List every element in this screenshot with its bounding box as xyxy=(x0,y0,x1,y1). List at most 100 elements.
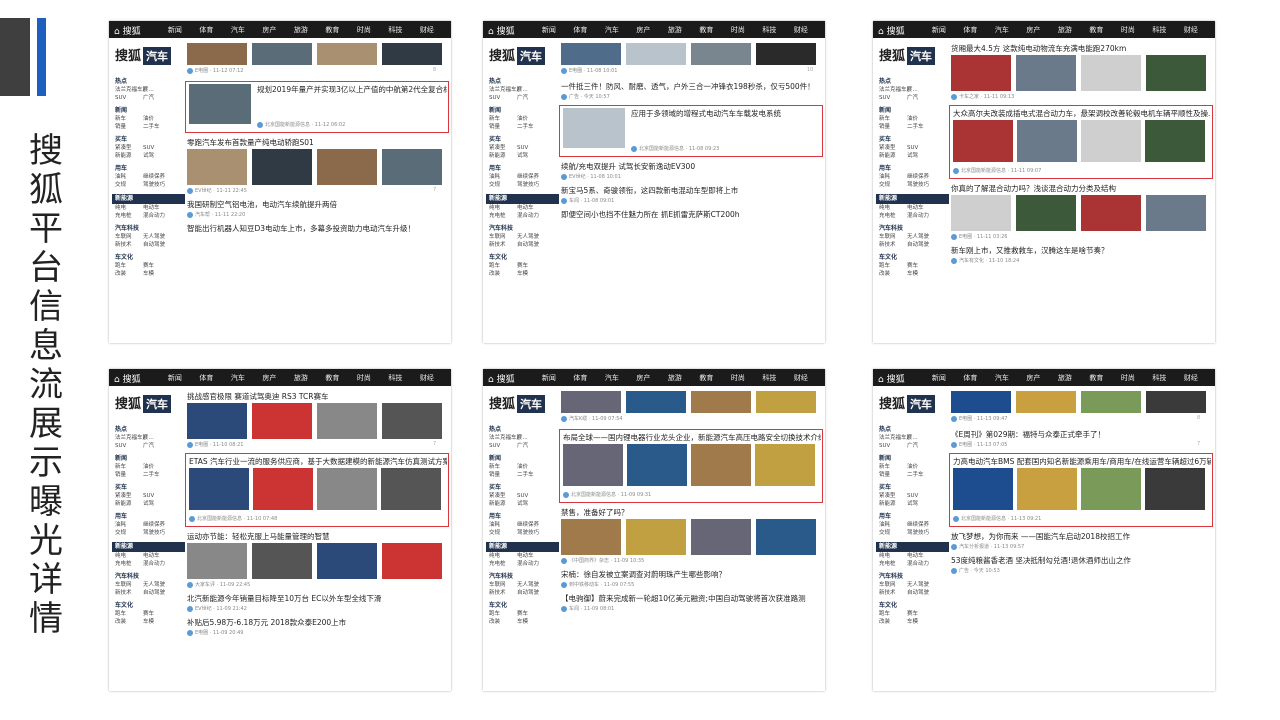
nav-item[interactable]: 新闻 xyxy=(542,373,556,383)
sidebar-link[interactable]: 赛车 xyxy=(907,610,935,618)
sidebar-section-title[interactable]: 新能源 xyxy=(876,542,949,552)
sidebar-link[interactable]: 纯电 xyxy=(879,552,907,560)
sidebar-link[interactable]: 无人驾驶 xyxy=(517,233,545,241)
sidebar-link[interactable]: SUV xyxy=(879,442,907,450)
feed-thumbnail[interactable] xyxy=(187,149,247,185)
sidebar-link[interactable]: 紧凑型 xyxy=(115,492,143,500)
sidebar-section-title[interactable]: 新闻 xyxy=(115,107,185,115)
nav-item[interactable]: 旅游 xyxy=(1058,25,1072,35)
sidebar-link[interactable]: 无人驾驶 xyxy=(143,233,171,241)
feed-item-title[interactable]: 续航/充电双提升 试驾长安新逸动EV300 xyxy=(561,161,821,172)
nav-item[interactable]: 体育 xyxy=(199,25,213,35)
feed-thumbnail[interactable] xyxy=(187,403,247,439)
feed-item-title[interactable]: 宋楠：徐自发被立案调查对蔚明珠产生哪些影响？ xyxy=(561,569,821,580)
nav-item[interactable]: 房产 xyxy=(262,373,276,383)
sidebar-link[interactable]: 跑车 xyxy=(489,610,517,618)
sidebar-link[interactable]: 改装 xyxy=(489,618,517,626)
sidebar-link[interactable]: 混合动力 xyxy=(143,212,171,220)
sidebar-link[interactable]: 赛车 xyxy=(517,262,545,270)
sidebar-link[interactable]: 法兰克福车展 xyxy=(489,434,522,442)
feed-thumbnail[interactable] xyxy=(691,519,751,555)
sidebar-section-title[interactable]: 热点 xyxy=(489,78,559,86)
feed-thumbnail[interactable] xyxy=(1081,391,1141,413)
feed-thumbnail[interactable] xyxy=(951,195,1011,231)
sidebar-link[interactable]: 无人驾驶 xyxy=(517,581,545,589)
sidebar-link[interactable]: 电动车 xyxy=(517,552,545,560)
nav-item[interactable]: 体育 xyxy=(963,25,977,35)
sidebar-link[interactable]: 紧凑型 xyxy=(115,144,143,152)
sidebar-link[interactable]: 车联网 xyxy=(489,581,517,589)
sidebar-link[interactable]: 新车 xyxy=(879,115,907,123)
sidebar-link[interactable]: SUV xyxy=(115,94,143,102)
sidebar-link[interactable]: 赛车 xyxy=(143,262,171,270)
nav-item[interactable]: 旅游 xyxy=(1058,373,1072,383)
sidebar-link[interactable]: 充电桩 xyxy=(879,212,907,220)
sidebar-link[interactable]: 交规 xyxy=(879,181,907,189)
feed-thumbnail[interactable] xyxy=(626,391,686,413)
feed-item-title[interactable]: 禁售，准备好了吗？ xyxy=(561,507,821,518)
sidebar-link[interactable]: 紧凑型 xyxy=(489,144,517,152)
feed-thumbnail[interactable] xyxy=(252,403,312,439)
sidebar-link[interactable]: 跑车 xyxy=(115,610,143,618)
feed-thumbnail[interactable] xyxy=(756,43,816,65)
feed-thumbnail[interactable] xyxy=(1081,195,1141,231)
feed-thumbnail[interactable] xyxy=(187,543,247,579)
sidebar-link[interactable]: 销量 xyxy=(115,123,143,131)
sidebar-link[interactable]: 交规 xyxy=(489,529,517,537)
sidebar-link[interactable]: 驾驶技巧 xyxy=(517,529,545,537)
feed-thumbnail[interactable] xyxy=(252,543,312,579)
nav-item[interactable]: 教育 xyxy=(699,25,713,35)
sidebar-link[interactable]: 继续保养 xyxy=(143,173,171,181)
feed-item-title[interactable]: 挑战感官极限 赛道试驾奥迪 RS3 TCR赛车 xyxy=(187,391,447,402)
sidebar-link[interactable]: 车联网 xyxy=(879,233,907,241)
feed-thumbnail[interactable] xyxy=(1146,55,1206,91)
comment-count[interactable]: 7 xyxy=(433,441,436,447)
sidebar-section-title[interactable]: 买车 xyxy=(489,136,559,144)
sidebar-link[interactable]: 广... xyxy=(907,434,935,442)
sidebar-link[interactable]: 充电桩 xyxy=(489,560,517,568)
sohu-home-link[interactable]: ⌂ 搜狐 xyxy=(488,24,515,37)
feed-item-title[interactable]: 货厢最大4.5方 这款纯电动物流车充满电能跑270km xyxy=(951,43,1211,54)
nav-item[interactable]: 时尚 xyxy=(357,373,371,383)
feed-thumbnail[interactable] xyxy=(626,519,686,555)
nav-item[interactable]: 时尚 xyxy=(357,25,371,35)
sidebar-link[interactable]: 销量 xyxy=(879,123,907,131)
feed-thumbnail[interactable] xyxy=(382,543,442,579)
sidebar-link[interactable]: 跑车 xyxy=(879,610,907,618)
sidebar-section-title[interactable]: 买车 xyxy=(879,136,949,144)
sidebar-link[interactable]: 新技术 xyxy=(489,241,517,249)
sidebar-section-title[interactable]: 用车 xyxy=(115,165,185,173)
sidebar-link[interactable]: 试驾 xyxy=(517,152,545,160)
feed-item-title[interactable]: 放飞梦想，为你而来 ——国能汽车启动2018校招工作 xyxy=(951,531,1211,542)
nav-item[interactable]: 新闻 xyxy=(932,373,946,383)
sidebar-link[interactable]: 新能源 xyxy=(115,500,143,508)
sidebar-link[interactable]: SUV xyxy=(907,492,935,500)
feed-item-title[interactable]: 补贴后5.98万-6.18万元 2018款众泰E200上市 xyxy=(187,617,447,628)
sidebar-link[interactable]: 法兰克福车展 xyxy=(115,434,148,442)
nav-item[interactable]: 房产 xyxy=(636,25,650,35)
sidebar-section-title[interactable]: 车文化 xyxy=(879,254,949,262)
sidebar-link[interactable]: 混合动力 xyxy=(517,212,545,220)
sidebar-section-title[interactable]: 汽车科技 xyxy=(115,225,185,233)
nav-item[interactable]: 时尚 xyxy=(1121,25,1135,35)
sidebar-section-title[interactable]: 车文化 xyxy=(115,254,185,262)
sidebar-link[interactable]: 自动驾驶 xyxy=(907,241,935,249)
sidebar-section-title[interactable]: 买车 xyxy=(879,484,949,492)
sidebar-link[interactable]: 纯电 xyxy=(879,204,907,212)
sidebar-section-title[interactable]: 用车 xyxy=(115,513,185,521)
feed-thumbnail[interactable] xyxy=(756,519,816,555)
sidebar-link[interactable]: 油价 xyxy=(143,463,171,471)
sidebar-link[interactable]: 新技术 xyxy=(115,241,143,249)
sidebar-link[interactable]: 二手车 xyxy=(143,471,171,479)
sidebar-link[interactable]: 二手车 xyxy=(143,123,171,131)
sidebar-section-title[interactable]: 买车 xyxy=(489,484,559,492)
sidebar-link[interactable]: 驾驶技巧 xyxy=(143,529,171,537)
sidebar-link[interactable]: 二手车 xyxy=(907,471,935,479)
sidebar-link[interactable]: SUV xyxy=(143,492,171,500)
sidebar-link[interactable]: 交规 xyxy=(115,529,143,537)
nav-item[interactable]: 旅游 xyxy=(668,373,682,383)
feed-thumbnail[interactable] xyxy=(317,149,377,185)
sidebar-link[interactable]: 交规 xyxy=(115,181,143,189)
nav-item[interactable]: 时尚 xyxy=(731,373,745,383)
sidebar-link[interactable]: 新车 xyxy=(115,463,143,471)
